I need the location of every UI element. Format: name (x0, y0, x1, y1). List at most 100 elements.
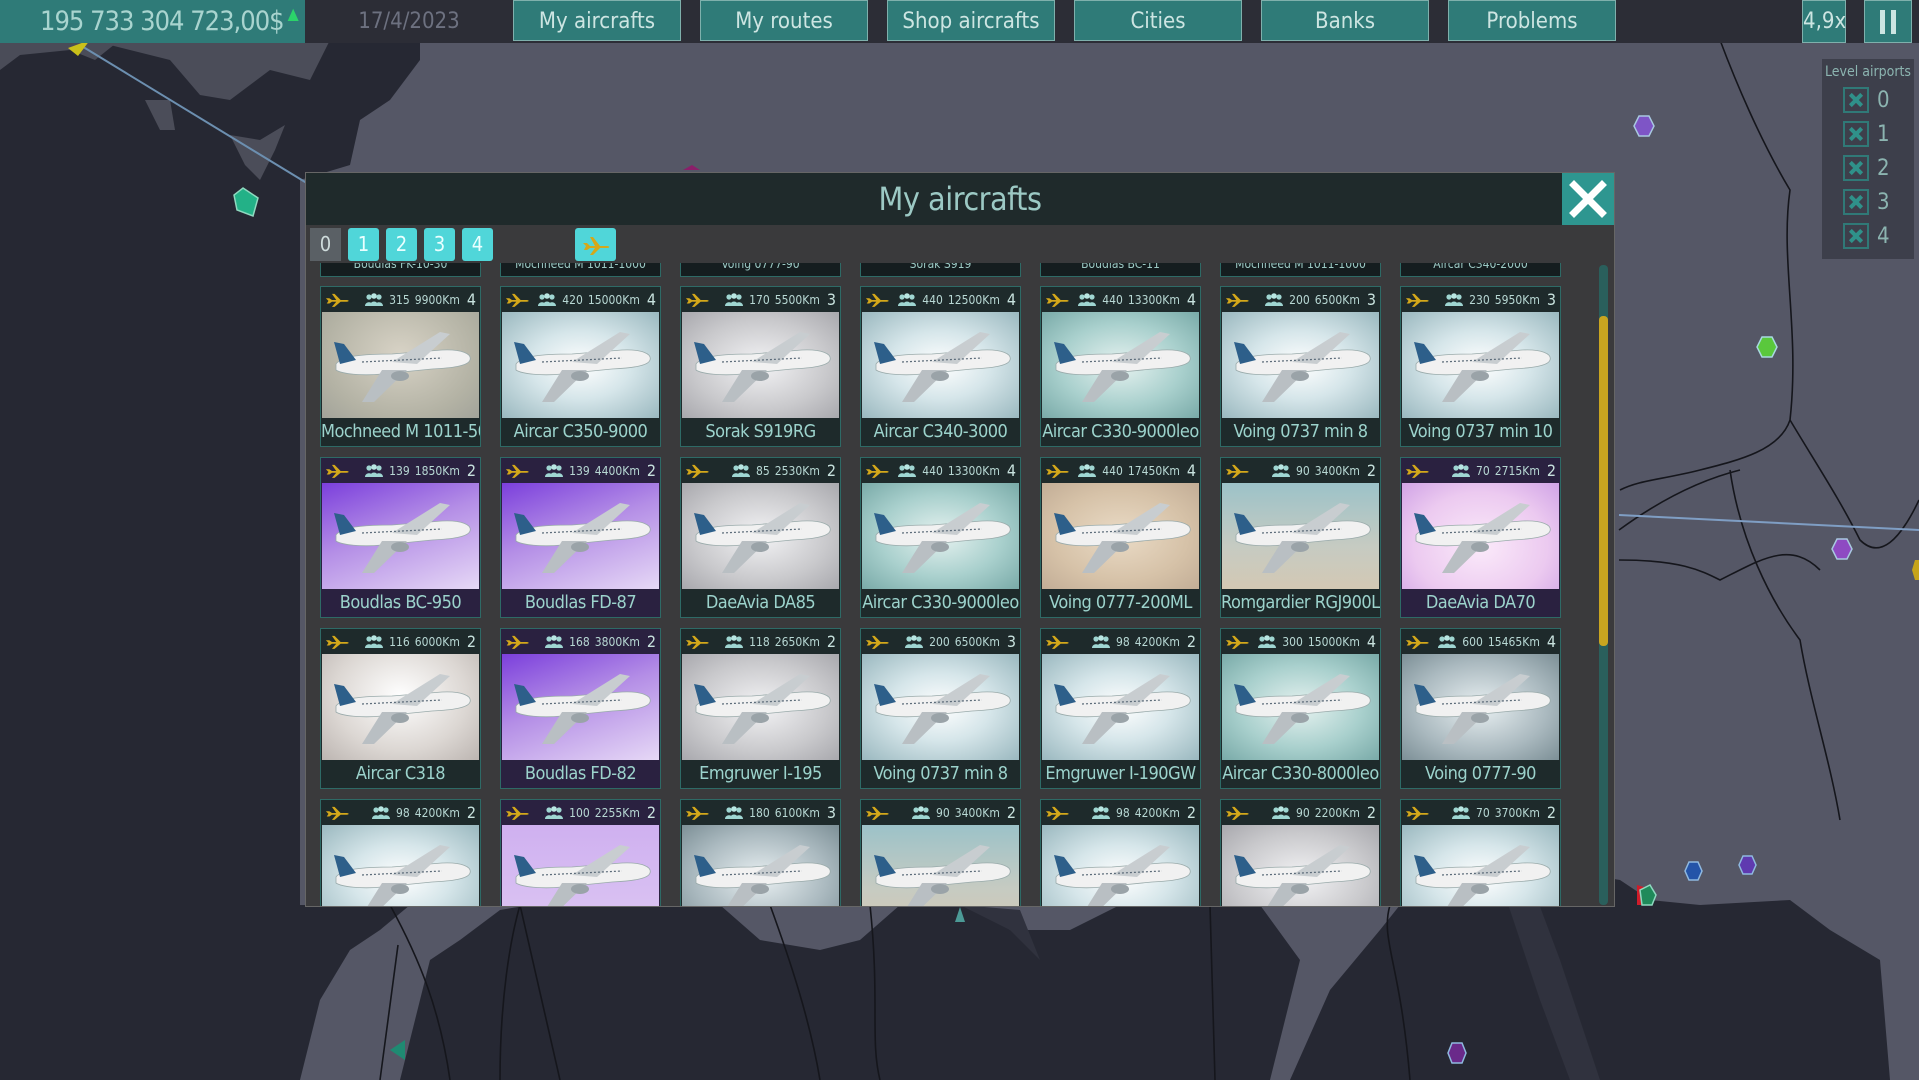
aircraft-range: 6500Km (1314, 292, 1360, 307)
checkbox-x-icon[interactable] (1843, 121, 1869, 147)
level-filter-1[interactable]: 1 (348, 228, 379, 261)
aircraft-capacity: 139 (389, 463, 410, 478)
close-button[interactable] (1562, 173, 1614, 225)
aircraft-capacity: 85 (756, 463, 770, 478)
aircraft-card[interactable]: 902200Km2Sorak ARJ21 (1220, 799, 1381, 906)
aircraft-image (322, 483, 479, 589)
aircraft-card[interactable]: 1806100Km3Aircar C318 (680, 799, 841, 906)
aircraft-card[interactable]: 200 6500Km 3 Voing 0737 min 8 (1220, 286, 1381, 447)
aircraft-range: 5500Km (774, 292, 820, 307)
aircraft-card[interactable]: 440 17450Km 4 Voing 0777-200ML (1040, 457, 1201, 618)
aircraft-card[interactable]: 70 2715Km 2 DaeAvia DA70 (1400, 457, 1561, 618)
airplane-icon (505, 464, 529, 478)
airport-marker (1756, 336, 1778, 358)
checkbox-x-icon[interactable] (1843, 189, 1869, 215)
aircraft-card[interactable]: 903400Km2Romgardier RGJ900LR (1220, 457, 1381, 618)
nav-my-routes[interactable]: My routes (700, 0, 868, 41)
aircraft-card[interactable]: 139 1850Km 2 Boudlas BC-950 (320, 457, 481, 618)
aircraft-card[interactable]: 200 6500Km 3 Voing 0737 min 8 (860, 628, 1021, 789)
aircraft-capacity: 200 (929, 634, 950, 649)
aircraft-range: 3700Km (1494, 805, 1540, 820)
aircraft-stats: 100 2255Km 2 (544, 803, 656, 822)
level-airport-toggle-1[interactable]: 1 (1843, 120, 1914, 148)
aircraft-stats: 139 1850Km 2 (364, 461, 476, 480)
aircraft-card[interactable]: 85 2530Km 2 DaeAvia DA85 (680, 457, 841, 618)
checkbox-x-icon[interactable] (1843, 87, 1869, 113)
aircraft-card[interactable]: 118 2650Km 2 Emgruwer I-195 (680, 628, 841, 789)
aircraft-silhouette-icon (514, 674, 651, 744)
aircraft-range: 2200Km (1314, 805, 1360, 820)
checkbox-x-icon[interactable] (1843, 223, 1869, 249)
aircraft-card[interactable]: 170 5500Km 3 Sorak S919RG (680, 286, 841, 447)
pause-button[interactable] (1864, 0, 1912, 43)
level-filter-4[interactable]: 4 (462, 228, 493, 261)
partial-card-label[interactable]: Aircar C340-2000 (1400, 263, 1561, 277)
level-airport-toggle-0[interactable]: 0 (1843, 86, 1914, 114)
aircraft-silhouette-icon (1234, 845, 1371, 906)
aircraft-card[interactable]: 230 5950Km 3 Voing 0737 min 10 (1400, 286, 1561, 447)
level-filter-2[interactable]: 2 (386, 228, 417, 261)
game-speed-button[interactable]: 4,9x (1802, 0, 1846, 43)
aircraft-level: 3 (826, 803, 836, 822)
aircraft-card[interactable]: 1002255Km2DaeAvia DA70 (500, 799, 661, 906)
partial-card-label[interactable]: Boudlas BC-11 (1040, 263, 1201, 277)
aircraft-card[interactable]: 315 9900Km 4 Mochneed M 1011-5000 (320, 286, 481, 447)
level-airport-toggle-3[interactable]: 3 (1843, 188, 1914, 216)
partial-card-label[interactable]: Mochneed M 1011-1000 (1220, 263, 1381, 277)
partial-card-label[interactable]: Voing 0777-90 (680, 263, 841, 277)
partial-card-label[interactable]: Boudlas FK-10-30 (320, 263, 481, 277)
airplane-icon (865, 635, 889, 649)
aircraft-level: 2 (826, 461, 836, 480)
level-airports-panel: Level airports 0 1 2 3 4 (1822, 59, 1914, 259)
aircraft-stats: 200 6500Km 3 (1264, 290, 1376, 309)
aircraft-card[interactable]: 984200Km2Emgruwer I-190GW (1040, 799, 1201, 906)
aircraft-card[interactable]: 903400Km2Romgardier RGJ900LR (860, 799, 1021, 906)
nav-my-aircrafts[interactable]: My aircrafts (513, 0, 681, 41)
airplane-icon (1045, 464, 1069, 478)
aircraft-card[interactable]: 984200Km2Emgruwer I-190GW (320, 799, 481, 906)
aircraft-card[interactable]: 168 3800Km 2 Boudlas FD-82 (500, 628, 661, 789)
aircraft-level: 2 (1546, 803, 1556, 822)
scrollbar-thumb[interactable] (1599, 316, 1608, 646)
aircraft-card[interactable]: 600 15465Km 4 Voing 0777-90 (1400, 628, 1561, 789)
airport-marker (1633, 115, 1655, 137)
airplane-icon (865, 464, 889, 478)
aircraft-card[interactable]: 116 6000Km 2 Aircar C318 (320, 628, 481, 789)
aircraft-grid: 315 9900Km 4 Mochneed M 1011-5000 420 15000Km… (320, 286, 1561, 906)
aircraft-grid-viewport[interactable]: Boudlas FK-10-30 Mochneed M 1011-1000 Voin… (306, 263, 1601, 906)
airplane-icon (685, 464, 709, 478)
aircraft-silhouette-icon (1414, 332, 1551, 402)
aircraft-card[interactable]: 300 15000Km 4 Aircar C330-8000leo (1220, 628, 1381, 789)
airplane-icon (325, 464, 349, 478)
aircraft-card[interactable]: 440 12500Km 4 Aircar C340-3000 (860, 286, 1021, 447)
aircraft-level: 2 (1366, 803, 1376, 822)
nav-banks[interactable]: Banks (1261, 0, 1429, 41)
nav-problems[interactable]: Problems (1448, 0, 1616, 41)
passengers-icon (1092, 806, 1111, 819)
aircraft-card-header: 98 4200Km 2 (1041, 800, 1200, 825)
airplane-icon (325, 806, 349, 820)
nav-cities[interactable]: Cities (1074, 0, 1242, 41)
aircraft-card-header: 440 13300Km 4 (1041, 287, 1200, 312)
plane-filter-button[interactable] (575, 228, 616, 261)
aircraft-card[interactable]: 984200Km2Emgruwer I-190GW (1040, 628, 1201, 789)
level-filter-0[interactable]: 0 (310, 228, 341, 261)
level-filter-3[interactable]: 3 (424, 228, 455, 261)
level-airport-toggle-4[interactable]: 4 (1843, 222, 1914, 250)
level-airport-toggle-2[interactable]: 2 (1843, 154, 1914, 182)
aircraft-card[interactable]: 440 13300Km 4 Aircar C330-9000leo (1040, 286, 1201, 447)
nav-shop-aircrafts[interactable]: Shop aircrafts (887, 0, 1055, 41)
partial-card-label[interactable]: Sorak S919 (860, 263, 1021, 277)
aircraft-card-header: 139 1850Km 2 (321, 458, 480, 483)
aircraft-stats: 139 4400Km 2 (544, 461, 656, 480)
checkbox-x-icon[interactable] (1843, 155, 1869, 181)
aircraft-card[interactable]: 703700Km2Emgruwer I-170 (1400, 799, 1561, 906)
aircraft-card[interactable]: 440 13300Km 4 Aircar C330-9000leo (860, 457, 1021, 618)
aircraft-level: 4 (1186, 461, 1196, 480)
scrollbar[interactable] (1599, 265, 1608, 905)
aircraft-card[interactable]: 139 4400Km 2 Boudlas FD-87 (500, 457, 661, 618)
aircraft-capacity: 70 (1476, 805, 1490, 820)
aircraft-card-header: 98 4200Km 2 (1041, 629, 1200, 654)
aircraft-card[interactable]: 420 15000Km 4 Aircar C350-9000 (500, 286, 661, 447)
partial-card-label[interactable]: Mochneed M 1011-1000 (500, 263, 661, 277)
